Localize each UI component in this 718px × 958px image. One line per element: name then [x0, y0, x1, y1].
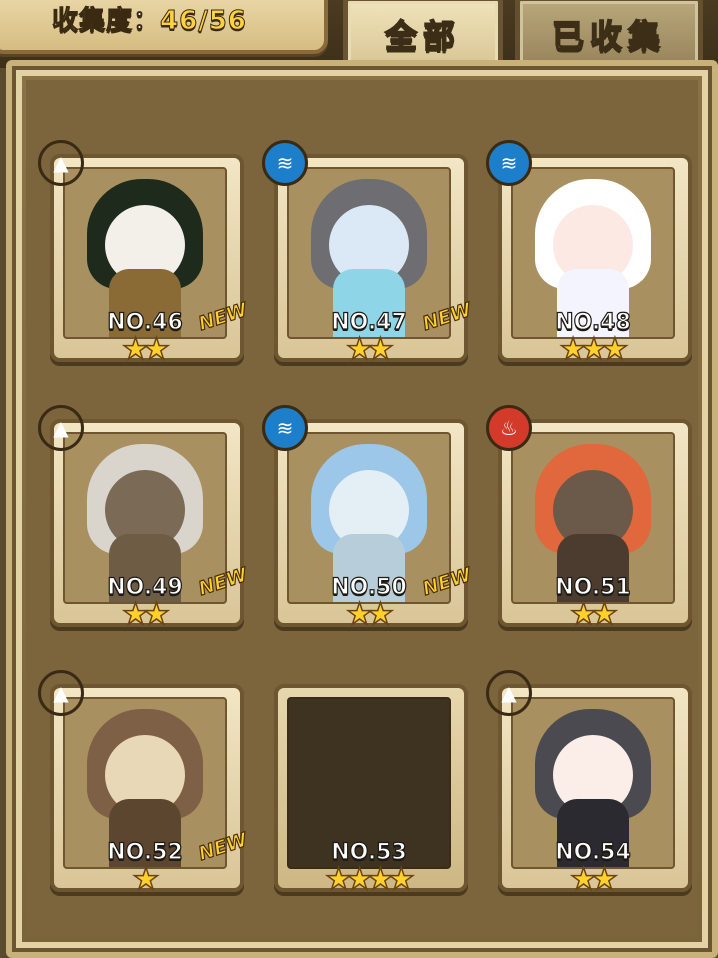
character-card[interactable]: ♨ NO.51 ★★ [486, 405, 692, 633]
character-card[interactable]: ▲ NO.49 NEW ★★ [38, 405, 251, 633]
wave-icon: ≋ [262, 140, 308, 186]
star-rating: ★★ [345, 331, 394, 368]
card-frame: NO.54 [498, 684, 692, 892]
card-grid: ▲ NO.46 NEW ★★ ≋ NO.47 NEW ★★ ≋ NO.48 ★★… [26, 80, 698, 938]
card-frame: NO.51 [498, 419, 692, 627]
empty-portrait: NO.53 [287, 697, 451, 869]
mountain-icon: ▲ [38, 140, 84, 186]
character-card[interactable]: ▲ NO.52 NEW ★ [38, 670, 251, 898]
star-rating: ★★ [569, 861, 618, 898]
star-rating: ★★ [345, 596, 394, 633]
character-card[interactable]: ≋ NO.48 ★★★ [486, 140, 692, 368]
character-portrait: NO.48 [511, 167, 675, 339]
mountain-icon: ▲ [38, 670, 84, 716]
card-frame: NO.48 [498, 154, 692, 362]
collection-plaque: 收集度：46/56 [0, 0, 328, 54]
flame-icon: ♨ [486, 405, 532, 451]
character-card[interactable]: ▲ NO.46 NEW ★★ [38, 140, 251, 368]
collection-panel: ▲ NO.46 NEW ★★ ≋ NO.47 NEW ★★ ≋ NO.48 ★★… [6, 60, 718, 958]
character-card[interactable]: ≋ NO.47 NEW ★★ [262, 140, 475, 368]
collection-progress: 收集度：46/56 [51, 0, 247, 37]
star-rating: ★★ [121, 596, 170, 633]
locked-card[interactable]: NO.53 ★★★★ [274, 670, 468, 898]
star-rating: ★★ [569, 596, 618, 633]
star-rating: ★★★ [559, 331, 629, 368]
character-card[interactable]: ≋ NO.50 NEW ★★ [262, 405, 475, 633]
star-rating: ★ [132, 861, 160, 898]
wave-icon: ≋ [262, 405, 308, 451]
character-card[interactable]: ▲ NO.54 ★★ [486, 670, 692, 898]
collection-label: 收集度： [51, 6, 161, 37]
card-frame: NO.53 [274, 684, 468, 892]
character-portrait: NO.51 [511, 432, 675, 604]
star-rating: ★★ [121, 331, 170, 368]
mountain-icon: ▲ [38, 405, 84, 451]
mountain-icon: ▲ [486, 670, 532, 716]
star-rating: ★★★★ [324, 861, 415, 898]
collection-value: 46/56 [160, 6, 247, 37]
wave-icon: ≋ [486, 140, 532, 186]
character-portrait: NO.54 [511, 697, 675, 869]
header: 收集度：46/56 全部 已收集 [0, 0, 718, 72]
